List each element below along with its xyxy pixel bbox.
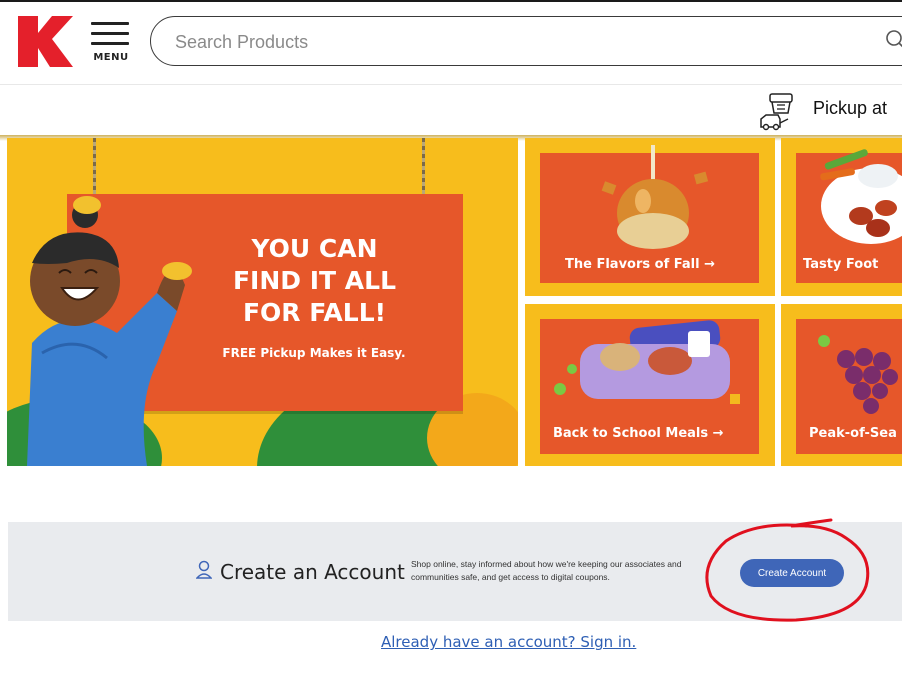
sign-in-link[interactable]: Already have an account? Sign in. [381, 633, 636, 651]
tile-label: Peak-of-Sea [809, 426, 897, 441]
create-account-heading: Create an Account [220, 560, 405, 584]
hero-subtitle: FREE Pickup Makes it Easy. [222, 346, 406, 360]
tile-label: Back to School Meals → [553, 426, 724, 441]
tile-label: The Flavors of Fall → [565, 257, 715, 272]
promo-tile-flavors-of-fall[interactable]: The Flavors of Fall → [525, 138, 775, 296]
hamburger-icon [91, 22, 129, 25]
header-divider [0, 84, 902, 85]
menu-label: MENU [93, 52, 129, 63]
lunchbox-illustration [554, 320, 740, 404]
grapes-illustration [818, 335, 898, 414]
wings-platter-illustration [820, 149, 902, 244]
create-account-button[interactable]: Create Account [740, 559, 844, 587]
person-icon [196, 560, 212, 579]
top-border [0, 0, 902, 2]
hamburger-bar [91, 42, 129, 45]
caramel-apple-illustration [601, 145, 709, 249]
create-account-description: Shop online, stay informed about how we'… [411, 559, 682, 582]
search-icon[interactable] [885, 29, 902, 51]
promo-tile-back-to-school[interactable]: Back to School Meals → [525, 304, 775, 466]
promo-tile-peak-of-season[interactable]: Peak-of-Sea [781, 304, 902, 466]
kroger-k-logo-icon[interactable] [18, 16, 73, 67]
hero-character-illustration [27, 196, 192, 466]
hamburger-bar [91, 32, 129, 35]
create-account-section: Create an Account Shop online, stay info… [8, 522, 902, 621]
search-bar[interactable] [150, 16, 902, 66]
pickup-label: Pickup at [813, 98, 888, 118]
hero-banner[interactable]: YOU CAN FIND IT ALL FOR FALL! FREE Picku… [7, 138, 518, 466]
promo-tile-tasty-food[interactable]: Tasty Foot [781, 138, 902, 296]
menu-button[interactable]: MENU [88, 17, 134, 67]
tile-label: Tasty Foot [803, 257, 879, 272]
search-input[interactable] [173, 27, 837, 57]
pickup-truck-icon [760, 93, 793, 131]
hero-title: YOU CAN FIND IT ALL FOR FALL! [232, 234, 397, 327]
